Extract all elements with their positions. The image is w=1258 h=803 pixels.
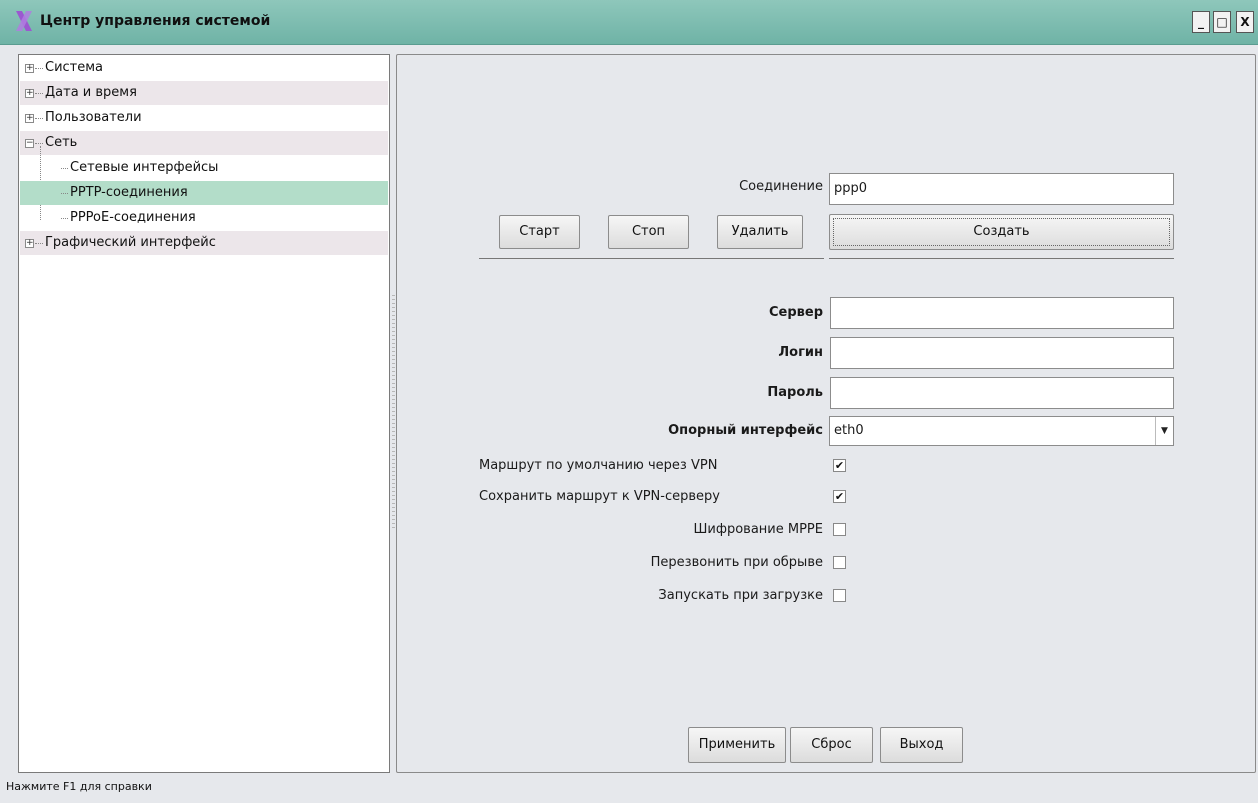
redial-checkbox[interactable]	[833, 556, 846, 569]
tree-item-label: PPTP-соединения	[61, 181, 188, 205]
status-bar: Нажмите F1 для справки	[6, 780, 152, 793]
create-button[interactable]: Создать	[829, 214, 1174, 250]
tree-item-pppoe[interactable]: PPPoE-соединения	[20, 206, 388, 230]
tree-item-pptp[interactable]: PPTP-соединения	[20, 181, 388, 205]
mppe-checkbox[interactable]	[833, 523, 846, 536]
tree-item-label: Пользователи	[35, 106, 142, 130]
default-route-checkbox[interactable]	[833, 459, 846, 472]
maximize-button[interactable]: □	[1213, 11, 1231, 33]
expand-icon[interactable]: +	[25, 239, 34, 248]
server-label: Сервер	[768, 305, 823, 320]
tree-item-label: Графический интерфейс	[35, 231, 216, 255]
interface-select-value: eth0	[834, 423, 864, 438]
tree-item-gui[interactable]: + Графический интерфейс	[20, 231, 388, 255]
separator	[479, 258, 824, 259]
login-field[interactable]	[830, 337, 1174, 369]
chevron-down-icon[interactable]: ▼	[1155, 417, 1173, 445]
tree-item-system[interactable]: + Система	[20, 56, 388, 80]
delete-button[interactable]: Удалить	[717, 215, 803, 249]
app-logo-icon	[16, 11, 32, 31]
interface-select[interactable]: eth0 ▼	[829, 416, 1174, 446]
panel-splitter[interactable]	[392, 295, 395, 530]
interface-label: Опорный интерфейс	[668, 423, 823, 438]
server-field[interactable]	[830, 297, 1174, 329]
collapse-icon[interactable]: −	[25, 139, 34, 148]
exit-button[interactable]: Выход	[880, 727, 963, 763]
create-button-label: Создать	[833, 218, 1170, 246]
reset-button[interactable]: Сброс	[790, 727, 873, 763]
apply-button[interactable]: Применить	[688, 727, 786, 763]
connection-label: Соединение	[739, 179, 823, 194]
tree-item-label: Дата и время	[35, 81, 137, 105]
separator	[829, 258, 1174, 259]
tree-item-datetime[interactable]: + Дата и время	[20, 81, 388, 105]
tree-item-network-interfaces[interactable]: Сетевые интерфейсы	[20, 156, 388, 180]
keep-route-checkbox[interactable]	[833, 490, 846, 503]
mppe-label: Шифрование MPPE	[693, 522, 824, 537]
tree-item-label: PPPoE-соединения	[61, 206, 196, 230]
login-label: Логин	[778, 345, 823, 360]
pptp-settings-panel: Соединение ppp0 Старт Стоп Удалить Созда…	[396, 54, 1256, 773]
autostart-label: Запускать при загрузке	[658, 588, 823, 603]
stop-button[interactable]: Стоп	[608, 215, 689, 249]
redial-label: Перезвонить при обрыве	[650, 555, 823, 570]
start-button[interactable]: Старт	[499, 215, 580, 249]
tree-item-users[interactable]: + Пользователи	[20, 106, 388, 130]
expand-icon[interactable]: +	[25, 114, 34, 123]
window-title: Центр управления системой	[40, 13, 271, 29]
default-route-label: Маршрут по умолчанию через VPN	[479, 458, 718, 473]
password-label: Пароль	[767, 385, 823, 400]
tree-item-label: Сеть	[34, 131, 77, 155]
connection-field[interactable]: ppp0	[829, 173, 1174, 205]
tree-item-label: Система	[34, 56, 103, 80]
navigation-tree: + Система + Дата и время + Пользователи …	[18, 54, 390, 773]
tree-item-label: Сетевые интерфейсы	[60, 156, 218, 180]
minimize-button[interactable]: _	[1192, 11, 1210, 33]
expand-icon[interactable]: +	[25, 64, 34, 73]
title-bar: Центр управления системой _ □ X	[0, 0, 1258, 45]
tree-item-network[interactable]: − Сеть	[20, 131, 388, 155]
expand-icon[interactable]: +	[25, 89, 34, 98]
keep-route-label: Сохранить маршрут к VPN-серверу	[479, 489, 720, 504]
password-field[interactable]	[830, 377, 1174, 409]
close-button[interactable]: X	[1236, 11, 1254, 33]
autostart-checkbox[interactable]	[833, 589, 846, 602]
